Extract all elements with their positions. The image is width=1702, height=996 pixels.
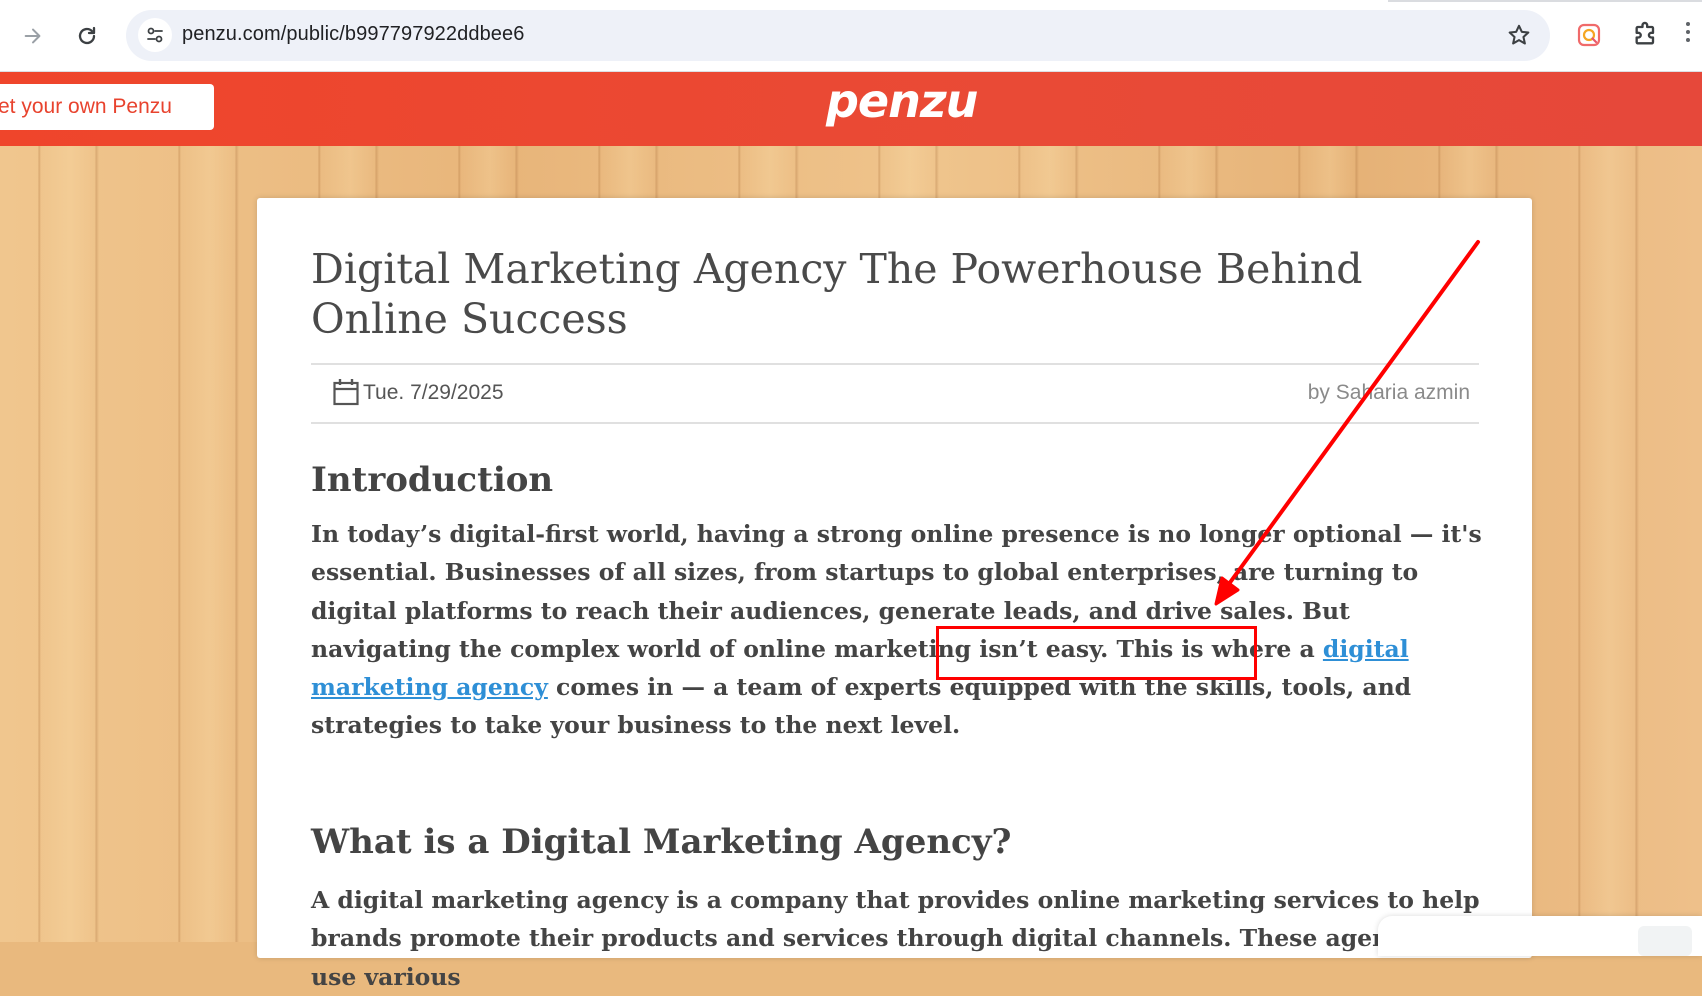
entry-title: Digital Marketing Agency The Powerhouse … <box>311 245 1363 343</box>
penzu-logo[interactable]: penzu <box>826 74 978 128</box>
journal-entry: Digital Marketing Agency The Powerhouse … <box>257 198 1532 991</box>
what-is-paragraph: A digital marketing agency is a company … <box>311 886 1480 991</box>
arrow-right-icon <box>24 28 41 44</box>
intro-text-start: In today’s digital-first world, having a… <box>311 520 1482 663</box>
dot-icon <box>1686 30 1690 34</box>
browser-toolbar: penzu.com/public/b997797922ddbee6 <box>0 0 1702 72</box>
browser-menu-button[interactable] <box>1686 22 1692 46</box>
extensions-menu-button[interactable] <box>1632 20 1660 52</box>
site-info-button[interactable] <box>138 18 172 52</box>
section-heading-what-is: What is a Digital Marketing Agency? <box>311 822 1012 862</box>
popup-control[interactable] <box>1638 926 1692 956</box>
star-icon <box>1508 24 1530 45</box>
extension-logo-icon <box>1577 23 1601 47</box>
tune-icon <box>147 27 163 43</box>
address-bar[interactable]: penzu.com/public/b997797922ddbee6 <box>126 10 1550 61</box>
get-your-own-penzu-button[interactable]: et your own Penzu <box>0 84 214 130</box>
entry-date: Tue. 7/29/2025 <box>363 381 504 404</box>
dot-icon <box>1686 22 1690 26</box>
penzu-header: et your own Penzu penzu <box>0 72 1702 146</box>
reload-button[interactable] <box>66 15 108 57</box>
puzzle-icon <box>1635 21 1655 45</box>
extension-button[interactable] <box>1576 22 1602 52</box>
bookmark-button[interactable] <box>1506 22 1532 52</box>
entry-author: by Saharia azmin <box>1307 381 1470 404</box>
calendar-icon <box>333 379 359 406</box>
reload-icon <box>78 26 96 45</box>
tab-strip-edge <box>0 0 1702 6</box>
corner-popup <box>1378 916 1702 956</box>
url-text[interactable]: penzu.com/public/b997797922ddbee6 <box>182 23 524 46</box>
intro-paragraph: In today’s digital-first world, having a… <box>311 515 1491 745</box>
divider <box>311 363 1479 365</box>
section-heading-introduction: Introduction <box>311 460 554 500</box>
dot-icon <box>1686 38 1690 42</box>
forward-button[interactable] <box>12 15 54 57</box>
divider <box>311 422 1479 424</box>
